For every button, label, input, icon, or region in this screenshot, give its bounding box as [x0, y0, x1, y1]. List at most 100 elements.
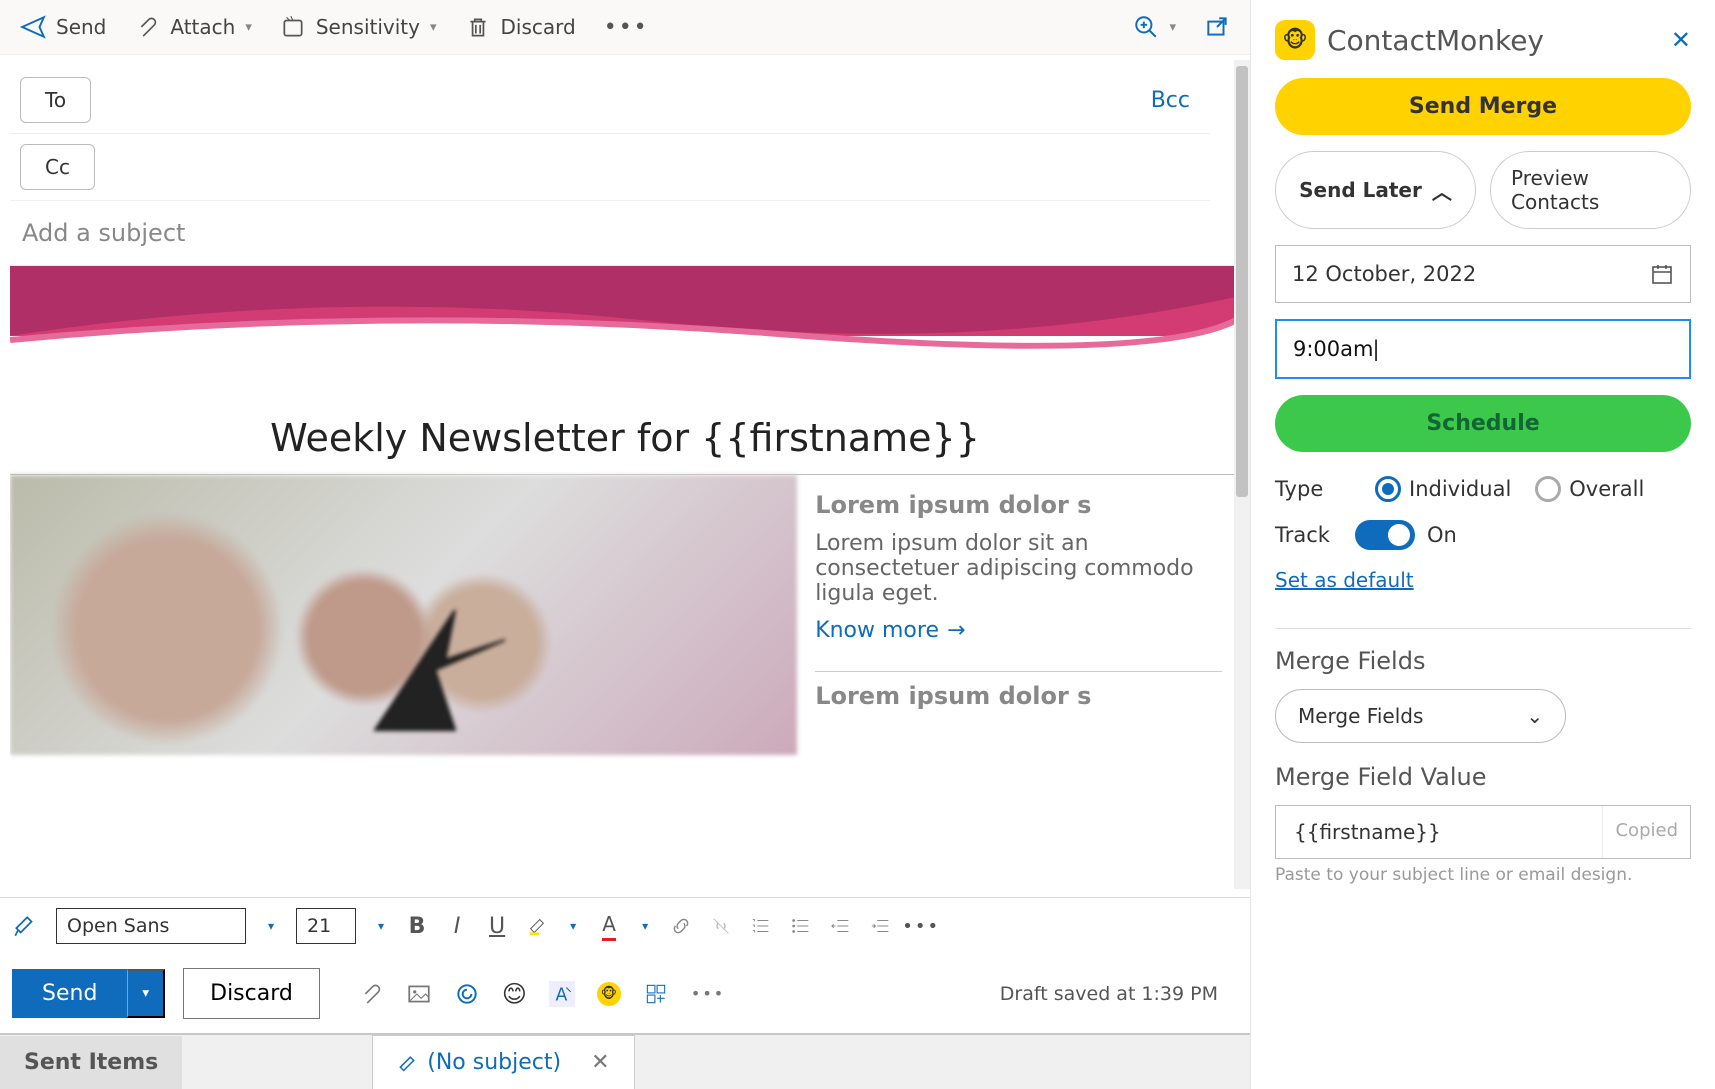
more-actions-icon[interactable]: ••• — [691, 984, 725, 1003]
unlink-button[interactable] — [710, 915, 732, 937]
italic-button[interactable]: I — [446, 915, 468, 937]
track-on-label: On — [1427, 523, 1457, 547]
font-select[interactable]: Open Sans — [56, 908, 246, 944]
apps-icon[interactable] — [643, 981, 669, 1007]
set-default-link[interactable]: Set as default — [1275, 568, 1691, 592]
merge-field-value-heading: Merge Field Value — [1275, 763, 1691, 791]
cc-button[interactable]: Cc — [20, 144, 95, 190]
chevron-down-icon[interactable]: ▾ — [374, 915, 388, 937]
radio-overall[interactable] — [1535, 476, 1561, 502]
scrollbar[interactable] — [1234, 60, 1250, 889]
chevron-down-icon[interactable]: ▾ — [264, 915, 278, 937]
sensitivity-icon — [280, 14, 306, 40]
zoom-button[interactable]: ▾ — [1133, 14, 1176, 40]
send-button[interactable]: Send — [20, 14, 106, 40]
format-painter-icon[interactable] — [12, 913, 38, 939]
underline-button[interactable]: U — [486, 915, 508, 937]
font-color-button[interactable]: A — [598, 915, 620, 937]
copied-label: Copied — [1602, 806, 1690, 858]
bottom-toolbar: Send ▾ Discard 😊 A 🐵 ••• Draft saved at … — [0, 954, 1250, 1033]
svg-text:A: A — [555, 985, 567, 1005]
more-format-button[interactable]: ••• — [910, 915, 932, 937]
chevron-down-icon[interactable]: ▾ — [566, 915, 580, 937]
bold-button[interactable]: B — [406, 915, 428, 937]
format-toolbar: Open Sans ▾ 21 ▾ B I U ▾ A ▾ ••• — [0, 897, 1250, 954]
trash-icon — [465, 14, 491, 40]
cursor-arrow-icon — [325, 550, 545, 750]
zoom-in-icon — [1133, 14, 1159, 40]
send-later-button[interactable]: Send Later ︿ — [1275, 151, 1476, 229]
calendar-icon — [1650, 262, 1674, 286]
to-field[interactable] — [91, 80, 1151, 120]
send-button-bottom[interactable]: Send — [12, 969, 127, 1018]
chevron-down-icon: ▾ — [430, 20, 437, 35]
editor-icon[interactable]: A — [549, 981, 575, 1007]
email-body[interactable]: Weekly Newsletter for {{firstname}} Lore… — [10, 265, 1240, 897]
track-toggle[interactable] — [1355, 520, 1415, 550]
preview-contacts-button[interactable]: Preview Contacts — [1490, 151, 1691, 229]
arrow-right-icon: → — [947, 618, 965, 643]
close-panel-icon[interactable]: ✕ — [1671, 26, 1691, 54]
highlight-button[interactable] — [526, 915, 548, 937]
individual-label: Individual — [1409, 477, 1511, 501]
chevron-down-icon[interactable]: ▾ — [638, 915, 652, 937]
numbered-list-button[interactable] — [750, 915, 772, 937]
cc-field[interactable] — [95, 147, 1210, 187]
indent-button[interactable] — [870, 915, 892, 937]
send-split-button[interactable]: ▾ — [127, 969, 165, 1018]
emoji-icon[interactable]: 😊 — [502, 980, 527, 1008]
type-label: Type — [1275, 477, 1355, 501]
newsletter-title: Weekly Newsletter for {{firstname}} — [10, 386, 1240, 474]
merge-fields-heading: Merge Fields — [1275, 647, 1691, 675]
know-more-link[interactable]: Know more→ — [815, 618, 965, 643]
article-heading: Lorem ipsum dolor s — [815, 491, 1222, 519]
font-size-select[interactable]: 21 — [296, 908, 356, 944]
to-button[interactable]: To — [20, 77, 91, 123]
outdent-button[interactable] — [830, 915, 852, 937]
discard-button[interactable]: Discard — [465, 14, 576, 40]
merge-field-hint: Paste to your subject line or email desi… — [1275, 865, 1691, 885]
time-input[interactable]: 9:00am — [1275, 319, 1691, 379]
bcc-button[interactable]: Bcc — [1151, 88, 1190, 113]
popout-icon — [1204, 14, 1230, 40]
send-label: Send — [56, 15, 106, 39]
brand-name: ContactMonkey — [1327, 24, 1544, 57]
compose-header: To Bcc Cc — [0, 55, 1250, 265]
message-tabs: Sent Items (No subject) ✕ — [0, 1033, 1250, 1089]
bullet-list-button[interactable] — [790, 915, 812, 937]
merge-field-value-box[interactable]: {{firstname}} Copied — [1275, 805, 1691, 859]
loop-icon[interactable] — [454, 981, 480, 1007]
contactmonkey-logo-icon: 🐵 — [1275, 20, 1315, 60]
send-merge-button[interactable]: Send Merge — [1275, 78, 1691, 135]
attach-label: Attach — [170, 15, 235, 39]
chevron-down-icon: ▾ — [245, 20, 252, 35]
more-button[interactable]: ••• — [604, 15, 649, 40]
picture-icon[interactable] — [406, 981, 432, 1007]
attach-button[interactable]: Attach ▾ — [134, 14, 251, 40]
overall-label: Overall — [1569, 477, 1644, 501]
subject-field[interactable] — [10, 201, 1250, 265]
top-toolbar: Send Attach ▾ Sensitivity ▾ Discard ••• … — [0, 0, 1250, 55]
contactmonkey-addin-icon[interactable]: 🐵 — [597, 982, 621, 1006]
merge-fields-dropdown[interactable]: Merge Fields ⌄ — [1275, 689, 1566, 743]
tab-no-subject[interactable]: (No subject) ✕ — [372, 1035, 634, 1089]
schedule-button[interactable]: Schedule — [1275, 395, 1691, 452]
merge-field-value: {{firstname}} — [1276, 806, 1602, 858]
brand: 🐵 ContactMonkey — [1275, 20, 1544, 60]
sensitivity-button[interactable]: Sensitivity ▾ — [280, 14, 437, 40]
article-heading-2: Lorem ipsum dolor s — [815, 682, 1222, 710]
discard-label: Discard — [501, 15, 576, 39]
draft-status: Draft saved at 1:39 PM — [1000, 983, 1218, 1005]
popout-button[interactable] — [1204, 14, 1230, 40]
attach-icon[interactable] — [358, 981, 384, 1007]
tab-sent-items[interactable]: Sent Items — [0, 1036, 182, 1089]
banner-image — [10, 266, 1240, 386]
article-block: Lorem ipsum dolor s Lorem ipsum dolor si… — [797, 475, 1240, 755]
content-image — [10, 475, 797, 755]
close-tab-icon[interactable]: ✕ — [591, 1050, 609, 1075]
discard-button-bottom[interactable]: Discard — [183, 968, 320, 1019]
article-text: Lorem ipsum dolor sit an consectetuer ad… — [815, 531, 1222, 606]
radio-individual[interactable] — [1375, 476, 1401, 502]
date-input[interactable]: 12 October, 2022 — [1275, 245, 1691, 303]
link-button[interactable] — [670, 915, 692, 937]
